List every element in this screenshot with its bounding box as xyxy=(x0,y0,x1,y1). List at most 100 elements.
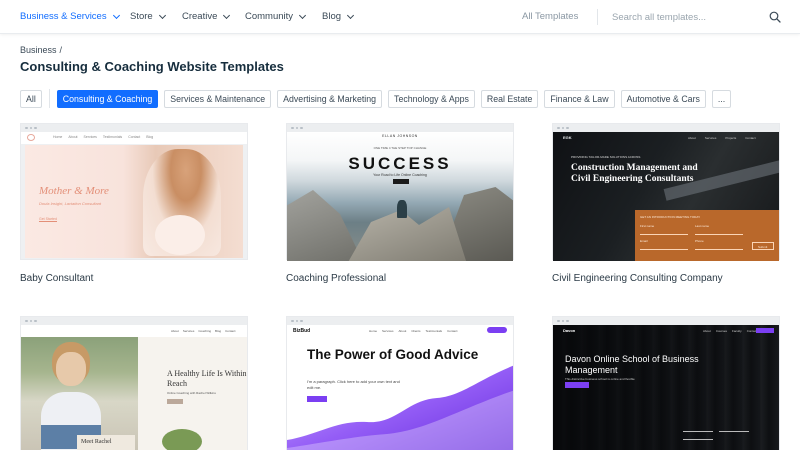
filter-finance-law[interactable]: Finance & Law xyxy=(544,89,615,108)
browser-dots-icon xyxy=(553,317,779,325)
preview-title: Construction Management and Civil Engine… xyxy=(571,163,698,184)
preview-menu-item: Blog xyxy=(146,135,154,139)
nav-community[interactable]: Community xyxy=(245,11,307,22)
preview-menu-item: Services xyxy=(182,329,195,333)
template-name[interactable]: Civil Engineering Consulting Company xyxy=(552,273,723,284)
filter-services-maintenance[interactable]: Services & Maintenance xyxy=(164,89,272,108)
filter-automotive-cars[interactable]: Automotive & Cars xyxy=(620,89,706,108)
search-icon[interactable] xyxy=(769,11,781,23)
preview-cta-button xyxy=(756,328,774,333)
preview-menu: About Services Projects Contact xyxy=(688,136,756,140)
filter-all[interactable]: All xyxy=(20,89,42,108)
preview-cta-button xyxy=(487,327,507,333)
nav-label: Creative xyxy=(182,11,218,22)
preview-header: About Services Coaching Blog Contact xyxy=(21,325,247,337)
preview-form xyxy=(683,427,753,443)
preview-form-title: GET AN INTRODUCTION MEETING TODAY xyxy=(640,215,701,219)
preview-form-field: Email xyxy=(640,239,648,243)
preview-menu-item: Services xyxy=(704,136,717,140)
browser-dots-icon xyxy=(287,124,513,132)
preview-header: Home About Services Testimonials Contact… xyxy=(21,132,247,144)
template-preview[interactable]: About Services Coaching Blog Contact Mee… xyxy=(20,316,248,450)
preview-menu-item: Testimonials xyxy=(425,329,443,333)
preview-menu-item: About xyxy=(703,329,711,333)
preview-menu-item: Blog xyxy=(215,329,222,333)
template-thumbnail: ELLAN JOHNSON ONE TIME 4 THE STEP TOP CH… xyxy=(287,132,513,261)
preview-menu-item: Services xyxy=(83,135,97,139)
preview-subtitle: Doula Insight, Lactation Consultant xyxy=(39,201,102,206)
browser-dots-icon xyxy=(287,317,513,325)
template-name[interactable]: Coaching Professional xyxy=(286,273,386,284)
template-name[interactable]: Baby Consultant xyxy=(20,273,93,284)
preview-hero: Mother & More Doula Insight, Lactation C… xyxy=(25,145,243,258)
chevron-down-icon xyxy=(223,11,231,19)
filter-technology-apps[interactable]: Technology & Apps xyxy=(388,89,475,108)
preview-form-line xyxy=(719,431,749,432)
template-thumbnail: About Services Coaching Blog Contact Mee… xyxy=(21,325,247,450)
preview-menu-item: Contact xyxy=(447,329,458,333)
nav-label: Business & Services xyxy=(20,11,107,22)
person-silhouette xyxy=(397,200,407,218)
preview-menu-item: Testimonials xyxy=(102,135,123,139)
filter-advertising-marketing[interactable]: Advertising & Marketing xyxy=(277,89,383,108)
template-preview[interactable]: ELLAN JOHNSON ONE TIME 4 THE STEP TOP CH… xyxy=(286,123,514,261)
template-thumbnail: EGK About Services Projects Contact PROV… xyxy=(553,132,779,261)
preview-menu-item: About xyxy=(68,135,78,139)
preview-subtitle: Online Coaching with Rachel Wilkins xyxy=(167,391,216,395)
template-preview[interactable]: EGK About Services Projects Contact PROV… xyxy=(552,123,780,261)
breadcrumb-business[interactable]: Business xyxy=(20,45,57,55)
preview-button xyxy=(307,396,327,402)
preview-form-line xyxy=(683,439,713,440)
preview-logo: EGK xyxy=(563,135,572,140)
preview-tagline: PROVIDING TAILOR-MADE SOLUTIONS ACROSS xyxy=(571,155,641,159)
template-preview[interactable]: Davon About Courses Faculty Contact Davo… xyxy=(552,316,780,450)
preview-submit-button: Submit xyxy=(752,242,774,250)
page-title: Consulting & Coaching Website Templates xyxy=(20,59,284,74)
nav-creative[interactable]: Creative xyxy=(182,11,231,22)
preview-menu: About Courses Faculty Contact xyxy=(703,329,757,333)
flowers-photo xyxy=(162,429,202,450)
filter-real-estate[interactable]: Real Estate xyxy=(480,89,539,108)
preview-button xyxy=(393,179,409,184)
preview-form-line xyxy=(695,249,743,250)
template-preview[interactable]: BizBud Home Services About Clients Testi… xyxy=(286,316,514,450)
meet-box: Meet Rachel xyxy=(77,435,135,450)
preview-menu-item: Contact xyxy=(225,329,236,333)
preview-button xyxy=(565,382,589,388)
preview-menu-item: Projects xyxy=(725,136,737,140)
chevron-down-icon xyxy=(112,11,120,19)
preview-menu-item: Home xyxy=(369,329,378,333)
nav-blog[interactable]: Blog xyxy=(322,11,355,22)
preview-menu-item: Home xyxy=(53,135,63,139)
browser-dots-icon xyxy=(553,124,779,132)
chevron-down-icon xyxy=(158,11,166,19)
preview-form: GET AN INTRODUCTION MEETING TODAY First … xyxy=(635,210,779,261)
chevron-down-icon xyxy=(299,11,307,19)
preview-menu: Home About Services Testimonials Contact… xyxy=(53,135,153,139)
coach-face xyxy=(56,352,86,386)
filter-more-button[interactable]: ... xyxy=(711,89,732,108)
preview-submit-label: Submit xyxy=(758,245,768,249)
category-filters: All Consulting & Coaching Services & Mai… xyxy=(20,89,737,108)
preview-subtitle: I'm a paragraph. Click here to add your … xyxy=(307,379,400,390)
preview-button xyxy=(167,399,183,404)
preview-form-field: Last name xyxy=(695,224,710,228)
nav-store[interactable]: Store xyxy=(130,11,166,22)
preview-form-line xyxy=(695,234,743,235)
all-templates-link[interactable]: All Templates xyxy=(522,11,578,22)
preview-form-field: First name xyxy=(640,224,655,228)
filter-consulting-coaching[interactable]: Consulting & Coaching xyxy=(56,89,159,108)
template-preview[interactable]: Home About Services Testimonials Contact… xyxy=(20,123,248,260)
preview-subtitle: Your Road to Life Online Coaching xyxy=(373,173,427,177)
chevron-down-icon xyxy=(346,11,355,19)
search-input[interactable] xyxy=(612,8,757,26)
breadcrumb-separator: / xyxy=(59,45,63,55)
preview-menu-item: About xyxy=(398,329,407,333)
nav-business-services[interactable]: Business & Services xyxy=(20,11,120,22)
preview-menu-item: About xyxy=(688,136,696,140)
preview-form-field: Phone xyxy=(695,239,704,243)
wave-graphic xyxy=(287,365,513,450)
nav-label: Blog xyxy=(322,11,342,22)
preview-meet-label: Meet Rachel xyxy=(81,439,112,445)
preview-menu-item: Contact xyxy=(128,135,141,139)
